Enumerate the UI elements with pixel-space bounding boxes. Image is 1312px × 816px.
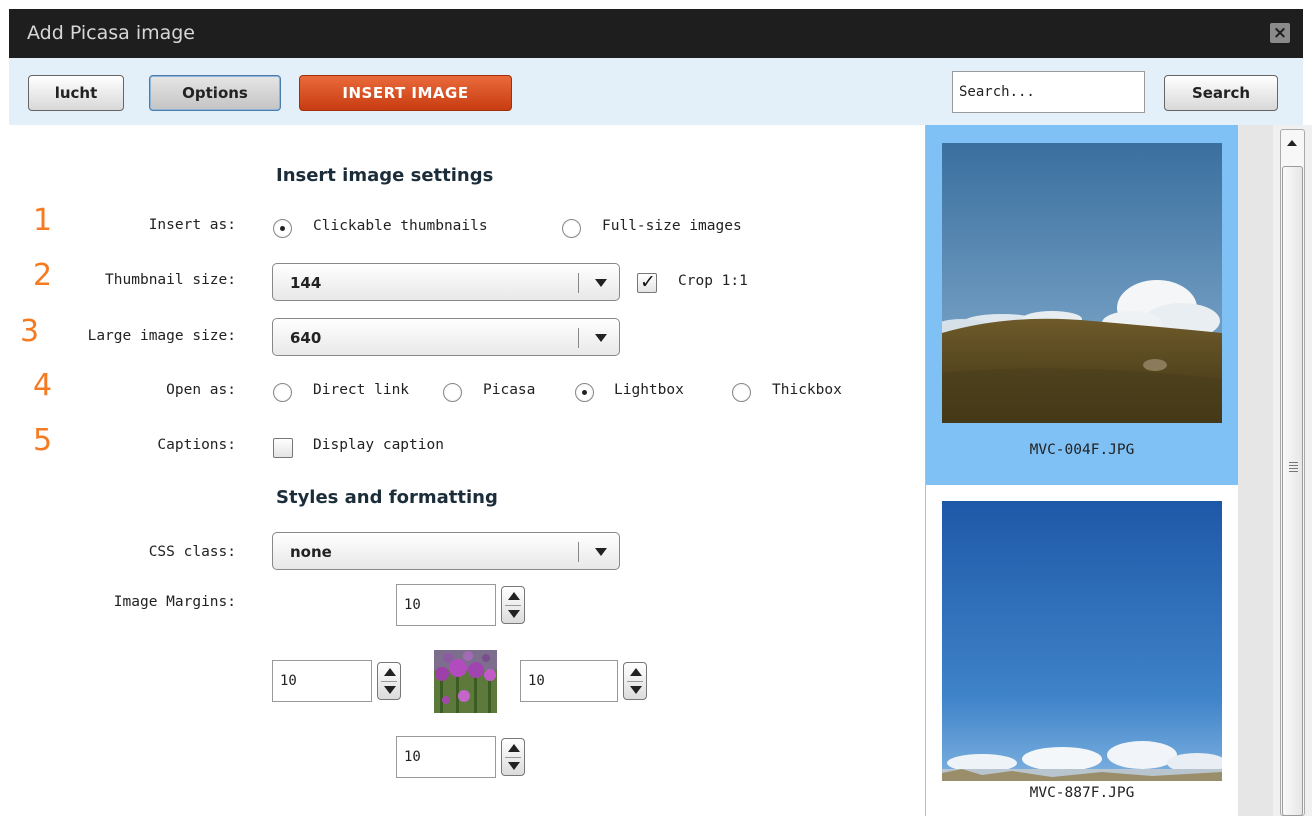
margin-right-input[interactable]: 10 xyxy=(520,660,618,702)
large-image-size-label: Large image size: xyxy=(87,328,236,344)
image-item[interactable]: MVC-004F.JPG xyxy=(926,125,1238,485)
window-title: Add Picasa image xyxy=(27,22,195,44)
grip-icon xyxy=(1289,462,1298,472)
arrow-up-icon[interactable] xyxy=(384,668,396,676)
option-label: Thickbox xyxy=(772,382,842,398)
options-button[interactable]: Options xyxy=(149,75,281,111)
search-input[interactable] xyxy=(952,71,1145,113)
css-class-label: CSS class: xyxy=(148,544,236,560)
radio-lightbox[interactable] xyxy=(575,383,594,402)
step-number: 3 xyxy=(20,314,40,349)
styles-heading: Styles and formatting xyxy=(276,487,498,508)
display-caption-label: Display caption xyxy=(313,437,444,453)
thumbnail-size-label: Thumbnail size: xyxy=(105,272,236,288)
image-item[interactable]: MVC-887F.JPG xyxy=(926,485,1238,816)
insert-image-button[interactable]: INSERT IMAGE xyxy=(299,75,512,111)
insert-settings-heading: Insert image settings xyxy=(276,165,494,186)
select-value: 144 xyxy=(290,274,322,292)
radio-thickbox[interactable] xyxy=(732,383,751,402)
image-filename: MVC-004F.JPG xyxy=(1029,442,1135,458)
css-class-select[interactable]: none xyxy=(272,532,620,570)
title-bar: Add Picasa image × xyxy=(9,9,1303,58)
image-margins-label: Image Margins: xyxy=(113,594,236,610)
toolbar: lucht Options INSERT IMAGE Search xyxy=(9,58,1303,125)
margin-bottom-stepper[interactable]: 10 xyxy=(396,736,538,778)
radio-clickable-thumbnails[interactable] xyxy=(273,219,292,238)
step-number: 2 xyxy=(33,258,53,293)
margin-top-stepper[interactable]: 10 xyxy=(396,584,538,626)
select-value: 640 xyxy=(290,329,322,347)
arrow-up-icon[interactable] xyxy=(630,668,642,676)
user-button[interactable]: lucht xyxy=(28,75,124,111)
arrow-down-icon[interactable] xyxy=(508,610,520,618)
step-number: 5 xyxy=(33,423,53,458)
arrow-down-icon[interactable] xyxy=(630,686,642,694)
stepper-buttons[interactable] xyxy=(501,738,525,776)
image-list-scrollbar[interactable] xyxy=(1273,125,1312,816)
margin-preview-image xyxy=(434,650,497,713)
radio-full-size-images[interactable] xyxy=(562,219,581,238)
large-image-size-select[interactable]: 640 xyxy=(272,318,620,356)
search-button[interactable]: Search xyxy=(1164,75,1278,111)
margin-top-input[interactable]: 10 xyxy=(396,584,496,626)
option-label: Lightbox xyxy=(614,382,684,398)
stepper-buttons[interactable] xyxy=(501,586,525,624)
insert-as-label: Insert as: xyxy=(148,217,236,233)
crop-checkbox[interactable] xyxy=(637,271,657,293)
radio-direct-link[interactable] xyxy=(273,383,292,402)
margin-left-input[interactable]: 10 xyxy=(272,660,372,702)
arrow-up-icon[interactable] xyxy=(508,592,520,600)
margin-left-stepper[interactable]: 10 xyxy=(272,660,414,702)
image-filename: MVC-887F.JPG xyxy=(1029,785,1135,801)
scroll-up-icon[interactable] xyxy=(1287,140,1297,146)
arrow-up-icon[interactable] xyxy=(508,744,520,752)
arrow-down-icon[interactable] xyxy=(384,686,396,694)
crop-label: Crop 1:1 xyxy=(678,273,748,289)
open-as-label: Open as: xyxy=(166,382,236,398)
select-divider xyxy=(578,328,579,348)
radio-picasa[interactable] xyxy=(443,383,462,402)
option-label: Picasa xyxy=(483,382,536,398)
select-value: none xyxy=(290,543,332,561)
close-icon[interactable]: × xyxy=(1270,23,1290,43)
image-list: MVC-004F.JPG MVC-887F.JPG xyxy=(925,125,1273,816)
margin-right-stepper[interactable]: 10 xyxy=(520,660,662,702)
captions-label: Captions: xyxy=(157,437,236,453)
image-thumbnail[interactable] xyxy=(942,501,1222,781)
step-number: 4 xyxy=(33,368,53,403)
image-thumbnail[interactable] xyxy=(942,143,1222,423)
scrollbar-track[interactable] xyxy=(1280,129,1305,816)
scrollbar-thumb[interactable] xyxy=(1282,166,1303,816)
step-number: 1 xyxy=(33,203,53,238)
option-label: Full-size images xyxy=(602,218,742,234)
stepper-buttons[interactable] xyxy=(623,662,647,700)
chevron-down-icon xyxy=(595,279,607,287)
arrow-down-icon[interactable] xyxy=(508,762,520,770)
stepper-buttons[interactable] xyxy=(377,662,401,700)
chevron-down-icon xyxy=(595,334,607,342)
select-divider xyxy=(578,542,579,562)
select-divider xyxy=(578,273,579,293)
option-label: Clickable thumbnails xyxy=(313,218,488,234)
chevron-down-icon xyxy=(595,548,607,556)
thumbnail-size-select[interactable]: 144 xyxy=(272,263,620,301)
margin-bottom-input[interactable]: 10 xyxy=(396,736,496,778)
display-caption-checkbox[interactable] xyxy=(273,438,293,458)
option-label: Direct link xyxy=(313,382,410,398)
